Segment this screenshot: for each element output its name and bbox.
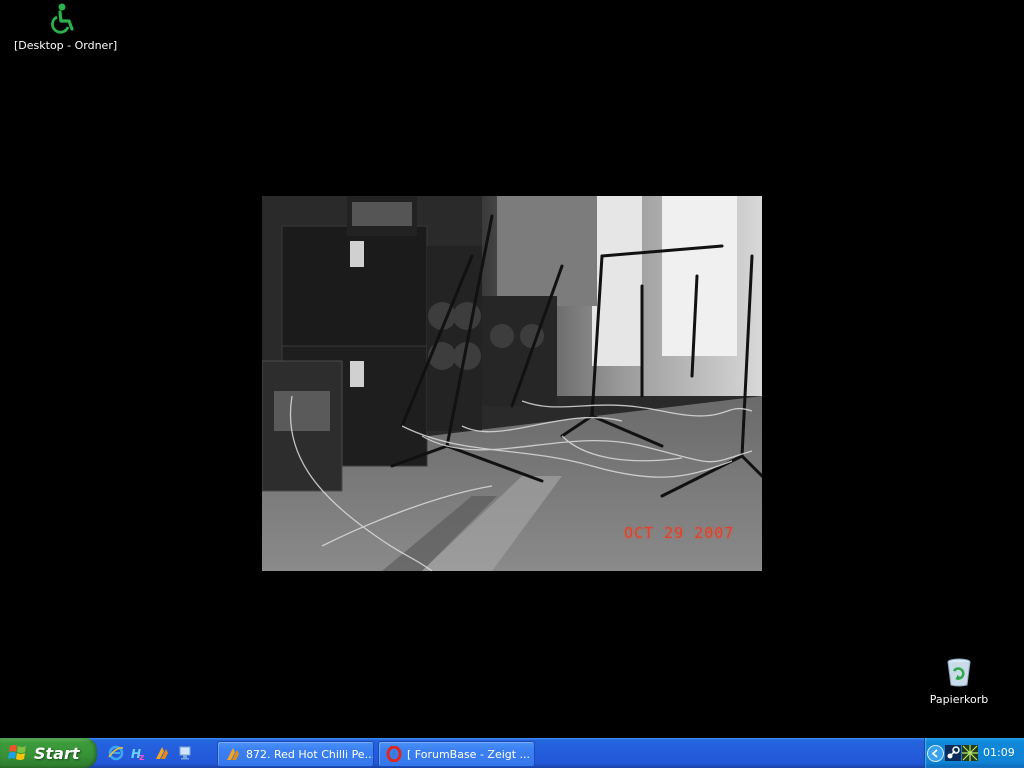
svg-text:z: z — [139, 753, 144, 761]
recycle-bin[interactable]: Papierkorb — [909, 656, 1009, 707]
recycle-bin-label: Papierkorb — [929, 693, 989, 706]
photo-date-stamp: OCT 29 2007 — [624, 524, 735, 542]
windows-logo-icon — [8, 745, 26, 760]
desktop-folder-label: [Desktop - Ordner] — [14, 39, 118, 52]
show-hidden-icons-button[interactable] — [927, 745, 944, 762]
start-label: Start — [34, 743, 80, 763]
desktop: [Desktop - Ordner] OCT 29 2007 Papierkor… — [0, 0, 1024, 738]
system-tray: 01:09 — [924, 738, 1024, 768]
start-button[interactable]: Start — [0, 738, 97, 768]
accessibility-icon — [48, 2, 80, 34]
network-icon[interactable] — [962, 745, 978, 761]
recycle-bin-icon — [943, 656, 975, 688]
internet-explorer-icon[interactable] — [106, 742, 126, 764]
html-editor-icon[interactable]: H z — [129, 742, 149, 764]
desktop-folder-shortcut[interactable]: [Desktop - Ordner] — [14, 2, 118, 53]
task-opera-forumbase[interactable]: [ ForumBase - Zeigt ... — [378, 741, 535, 767]
winamp-icon[interactable] — [152, 742, 172, 764]
task-label: 872. Red Hot Chilli Pe... — [246, 747, 374, 761]
task-label: [ ForumBase - Zeigt ... — [407, 747, 531, 761]
quick-launch-bar: H z — [106, 742, 195, 764]
taskbar: Start H z 872. Red Hot Chilli Pe... [Fo… — [0, 738, 1024, 768]
clock[interactable]: 01:09 — [983, 746, 1015, 759]
studio-photo-image — [262, 196, 762, 571]
show-desktop-icon[interactable] — [175, 742, 195, 764]
opera-icon — [386, 746, 402, 762]
chevron-left-icon — [931, 749, 938, 758]
wallpaper-photo: OCT 29 2007 — [262, 196, 762, 571]
steam-icon[interactable] — [945, 745, 961, 761]
winamp-icon — [227, 748, 239, 760]
task-winamp[interactable]: 872. Red Hot Chilli Pe... — [217, 741, 374, 767]
